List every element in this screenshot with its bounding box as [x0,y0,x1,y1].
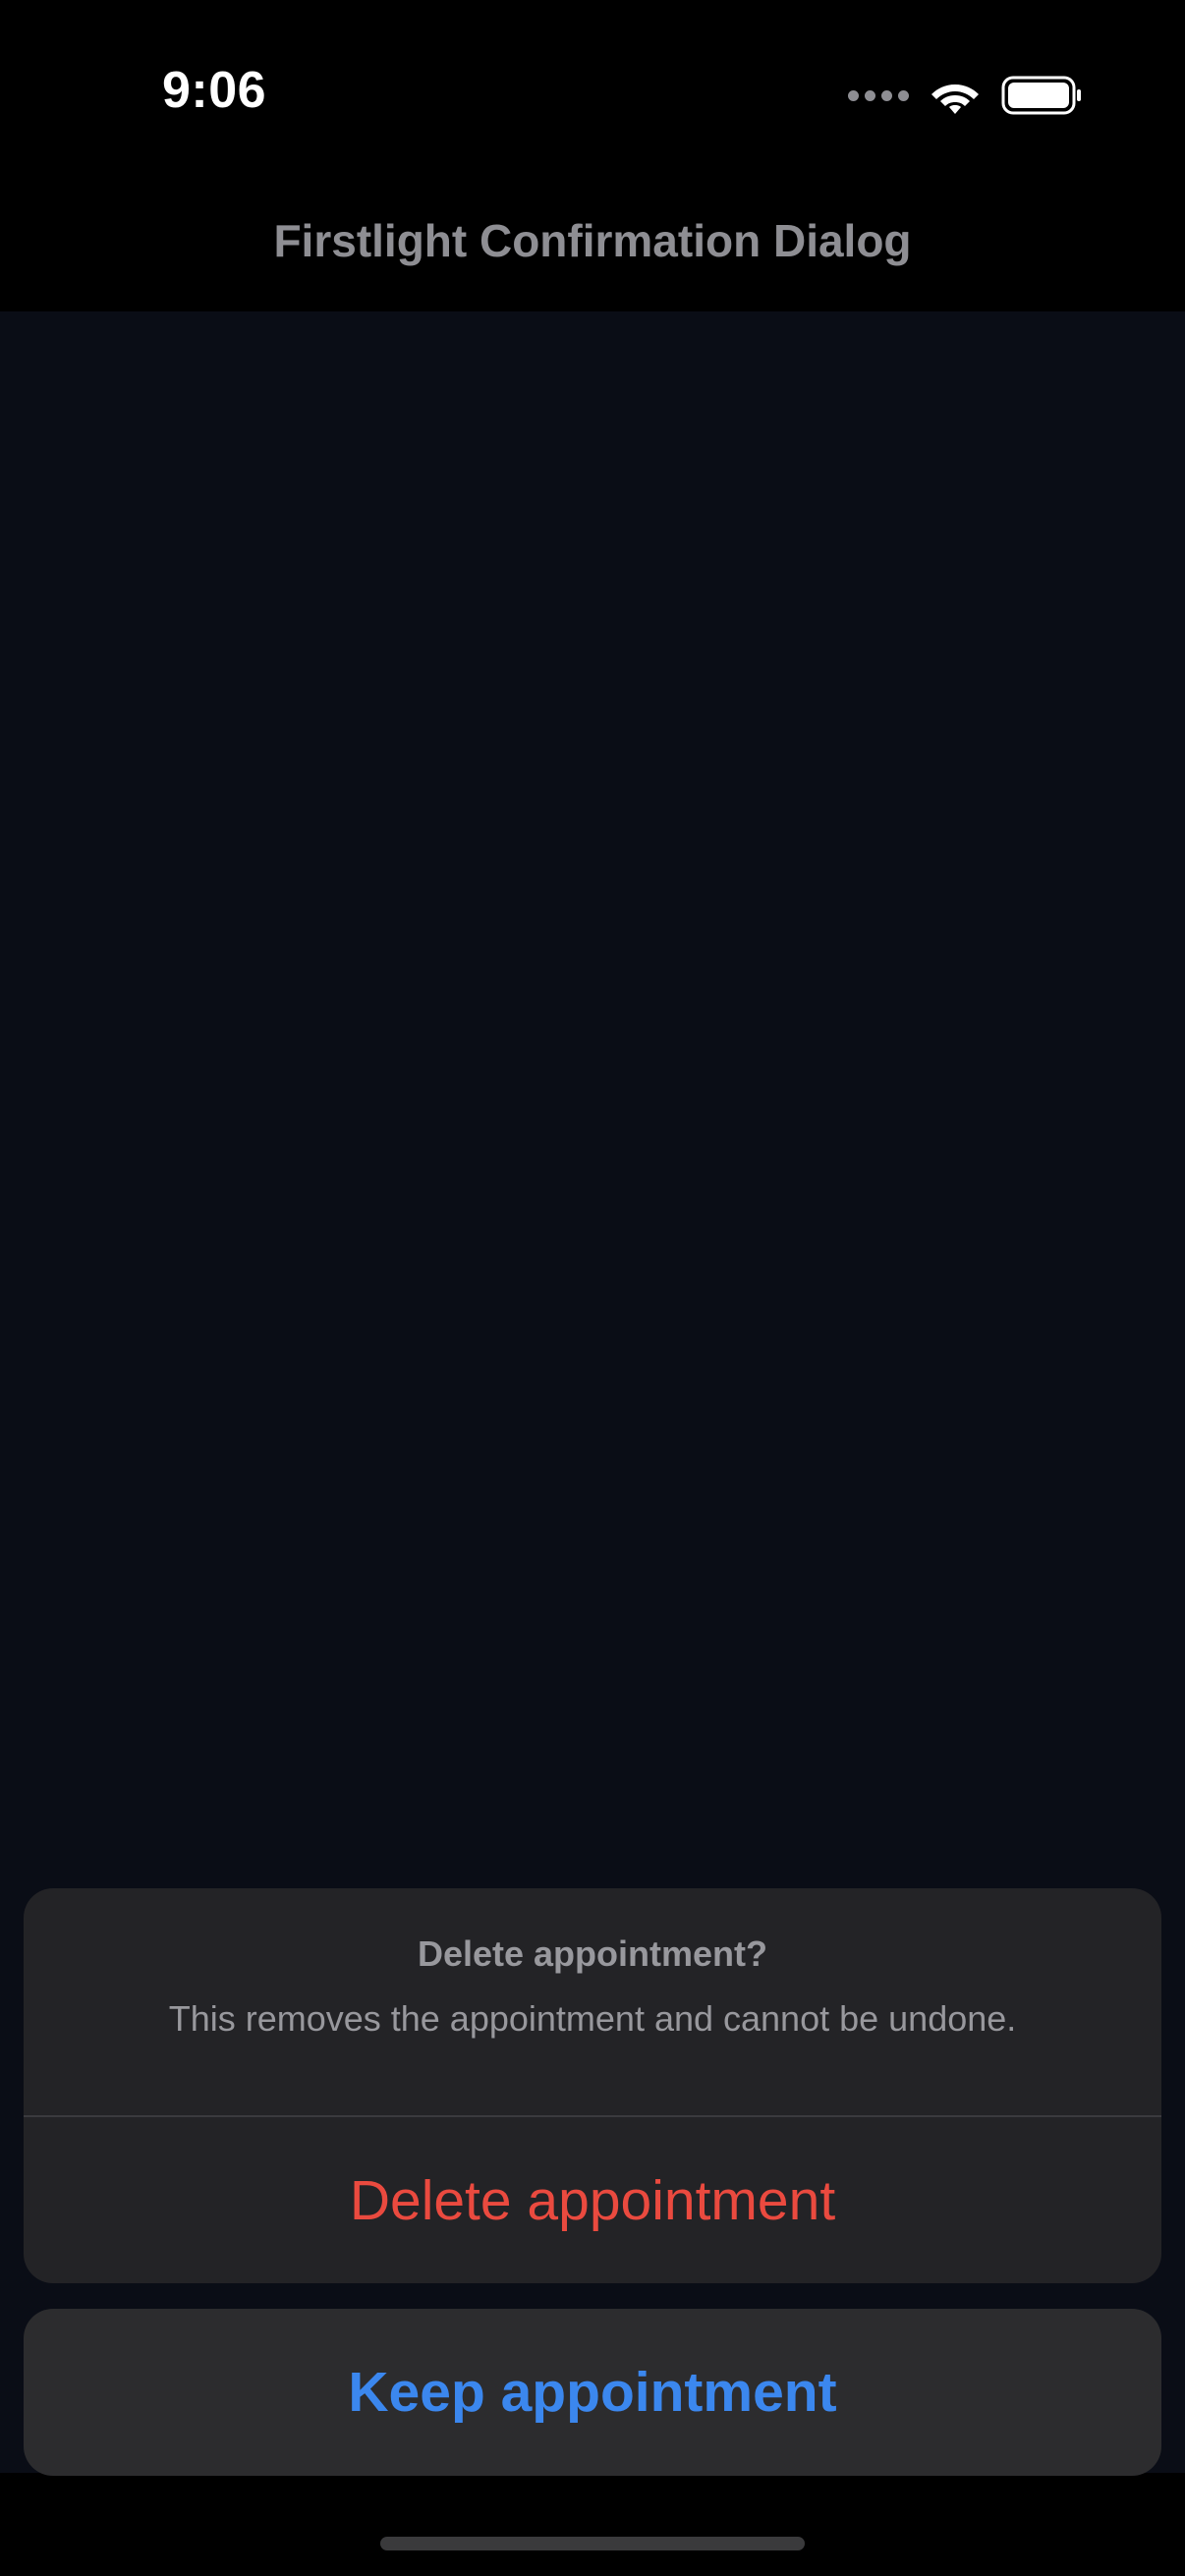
keep-appointment-button[interactable]: Keep appointment [24,2309,1161,2476]
cellular-signal-icon [848,89,909,101]
status-time: 9:06 [162,62,267,119]
battery-icon [1001,76,1081,115]
navigation-title: Firstlight Confirmation Dialog [273,215,912,266]
confirmation-dialog: Delete appointment? This removes the app… [24,1888,1161,2283]
dialog-message: This removes the appointment and cannot … [168,1998,1017,2039]
dialog-header: Delete appointment? This removes the app… [24,1888,1161,2115]
screen: 9:06 Firstlight Confirmation Dialog Dele… [0,0,1185,2576]
home-indicator [380,2537,805,2550]
status-bar: 9:06 Firstlight Confirmation Dialog [0,0,1185,266]
dialog-title: Delete appointment? [417,1933,768,1974]
delete-appointment-button[interactable]: Delete appointment [24,2117,1161,2283]
status-icons [848,71,1082,120]
wifi-icon [931,84,979,114]
